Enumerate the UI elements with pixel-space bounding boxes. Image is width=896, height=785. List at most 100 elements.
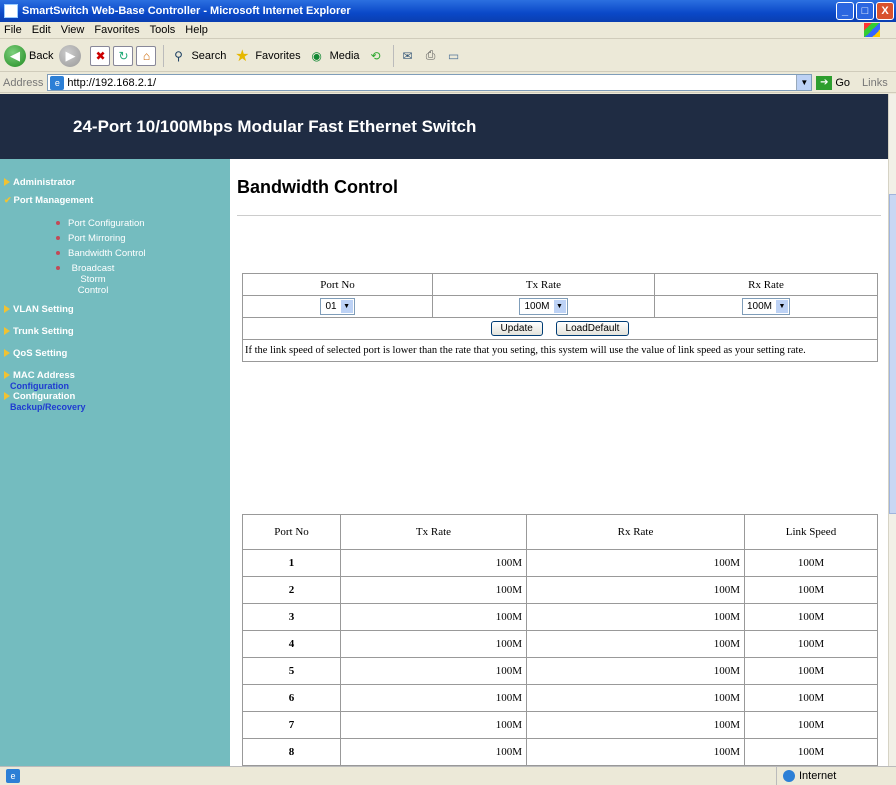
arrow-icon — [4, 349, 10, 357]
load-default-button[interactable]: LoadDefault — [555, 321, 630, 336]
title-divider — [237, 215, 881, 216]
port-no-cell: 4 — [242, 630, 341, 658]
search-button[interactable]: ⚲ Search — [168, 46, 226, 66]
window-titlebar: SmartSwitch Web-Base Controller - Micros… — [0, 0, 896, 22]
column-header-link-speed: Link Speed — [744, 514, 878, 550]
sidebar-item-qos-setting[interactable]: QoS Setting — [0, 348, 230, 359]
star-icon: ★ — [235, 47, 250, 65]
tx-rate-cell: 100M — [340, 549, 527, 577]
table-row: 6 100M 100M 100M — [242, 684, 878, 712]
sidebar-item-vlan-setting[interactable]: VLAN Setting — [0, 304, 230, 315]
link-speed-cell: 100M — [744, 684, 878, 712]
port-select[interactable]: 01 ▼ — [320, 298, 355, 315]
main-content: Bandwidth Control Port No Tx Rate Rx Rat… — [230, 159, 888, 766]
back-button[interactable]: ◀ Back — [4, 44, 53, 67]
sidebar-sub-broadcast-storm-control[interactable]: Broadcast Storm Control — [0, 263, 230, 296]
sidebar-item-label: MAC Address — [13, 370, 75, 381]
tx-rate-cell: 100M — [340, 603, 527, 631]
link-speed-cell: 100M — [744, 603, 878, 631]
sidebar-sub-bandwidth-control[interactable]: Bandwidth Control — [0, 248, 230, 259]
rx-rate-cell: 100M — [526, 576, 745, 604]
arrow-icon — [4, 327, 10, 335]
page-icon: e — [50, 75, 65, 90]
print-icon[interactable]: ⎙ — [421, 46, 441, 66]
menu-view[interactable]: View — [61, 24, 85, 36]
port-cell: 01 ▼ — [242, 295, 433, 318]
favorites-button[interactable]: ★ Favorites — [232, 46, 300, 66]
address-input[interactable]: e http://192.168.2.1/ ▼ — [47, 74, 813, 91]
sidebar-sub-port-configuration[interactable]: Port Configuration — [0, 218, 230, 229]
sidebar-item-trunk-setting[interactable]: Trunk Setting — [0, 326, 230, 337]
arrow-icon — [4, 178, 10, 186]
arrow-icon — [4, 392, 10, 400]
menu-edit[interactable]: Edit — [32, 24, 51, 36]
sidebar-item-port-management[interactable]: ✔ Port Management — [0, 195, 230, 206]
port-no-cell: 8 — [242, 738, 341, 766]
update-button[interactable]: Update — [490, 321, 543, 336]
status-bar: e Internet — [0, 766, 896, 785]
go-button[interactable]: ➔ Go — [816, 75, 850, 90]
menu-favorites[interactable]: Favorites — [94, 24, 139, 36]
column-header-port-no: Port No — [242, 273, 433, 296]
bullet-icon — [56, 266, 60, 270]
link-speed-cell: 100M — [744, 711, 878, 739]
checkmark-icon: ✔ — [4, 195, 12, 205]
tx-rate-select[interactable]: 100M ▼ — [519, 298, 568, 315]
link-speed-cell: 100M — [744, 576, 878, 604]
vertical-scrollbar[interactable] — [888, 94, 896, 766]
link-speed-cell: 100M — [744, 738, 878, 766]
sidebar-item-backup-recovery[interactable]: Backup/Recovery — [0, 402, 230, 412]
port-no-cell: 7 — [242, 711, 341, 739]
menu-tools[interactable]: Tools — [150, 24, 176, 36]
chevron-down-icon[interactable]: ▼ — [796, 75, 812, 90]
sidebar-item-label: Administrator — [13, 177, 76, 188]
maximize-button[interactable]: □ — [856, 2, 874, 20]
sidebar-item-configuration[interactable]: Configuration — [0, 391, 230, 402]
tx-rate-cell: 100M — [340, 576, 527, 604]
minimize-button[interactable]: _ — [836, 2, 854, 20]
table-row: 2 100M 100M 100M — [242, 576, 878, 604]
port-no-cell: 5 — [242, 657, 341, 685]
favorites-label: Favorites — [255, 49, 301, 62]
refresh-icon[interactable]: ↻ — [113, 45, 134, 66]
toolbar-separator — [163, 44, 165, 67]
sidebar-item-mac-configuration[interactable]: Configuration — [0, 381, 230, 391]
tx-rate-cell: 100M — [340, 684, 527, 712]
sidebar-item-label: Configuration — [13, 391, 76, 402]
menu-file[interactable]: File — [4, 24, 22, 36]
bullet-icon — [56, 251, 60, 255]
globe-icon — [783, 770, 795, 782]
sidebar-item-mac-address[interactable]: MAC Address — [0, 370, 230, 381]
mail-icon[interactable]: ✉ — [398, 46, 418, 66]
column-header-rx-rate: Rx Rate — [526, 514, 745, 550]
bullet-icon — [56, 236, 60, 240]
rx-rate-cell: 100M — [526, 711, 745, 739]
stop-icon[interactable]: ✖ — [90, 45, 111, 66]
chevron-down-icon: ▼ — [776, 300, 788, 313]
bullet-icon — [56, 221, 60, 225]
edit-icon[interactable]: ▭ — [444, 46, 464, 66]
rx-rate-value: 100M — [746, 301, 772, 312]
table-row: 4 100M 100M 100M — [242, 630, 878, 658]
bandwidth-config-table: Port No Tx Rate Rx Rate 01 ▼ 100M ▼ 100M ▼ … — [242, 273, 878, 362]
links-label[interactable]: Links — [862, 77, 888, 89]
sidebar-sub-label: Port Mirroring — [68, 233, 126, 244]
sidebar-sub-port-mirroring[interactable]: Port Mirroring — [0, 233, 230, 244]
media-icon: ◉ — [311, 48, 322, 63]
close-button[interactable]: X — [876, 2, 894, 20]
history-icon[interactable]: ⟲ — [366, 46, 386, 66]
scrollbar-thumb[interactable] — [889, 194, 896, 514]
back-arrow-icon: ◀ — [4, 44, 26, 67]
menu-help[interactable]: Help — [185, 24, 208, 36]
page-status-icon: e — [6, 768, 20, 783]
search-icon: ⚲ — [174, 48, 183, 63]
rx-rate-select[interactable]: 100M ▼ — [741, 298, 790, 315]
forward-button[interactable]: ▶ — [59, 44, 84, 67]
home-icon[interactable]: ⌂ — [136, 45, 157, 66]
sidebar-item-label: Trunk Setting — [13, 326, 74, 337]
sidebar-item-administrator[interactable]: Administrator — [0, 177, 230, 188]
arrow-icon — [4, 371, 10, 379]
status-rows: 1 100M 100M 100M 2 100M 100M 100M 3 100M 100M 100M 4… — [242, 549, 878, 766]
port-no-cell: 3 — [242, 603, 341, 631]
media-button[interactable]: ◉ Media — [307, 46, 359, 66]
